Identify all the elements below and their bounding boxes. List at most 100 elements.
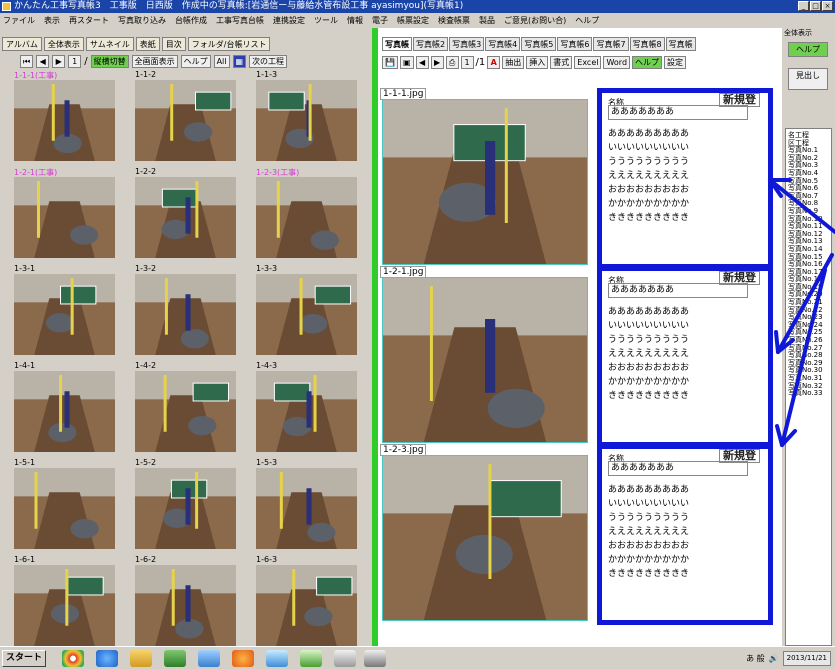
save-icon[interactable]: 💾 <box>382 55 398 69</box>
thumbnail-item[interactable]: 1-5-3 <box>250 458 368 555</box>
menu-item[interactable]: 連携設定 <box>273 14 305 27</box>
thumbnail-image[interactable] <box>135 371 236 452</box>
album-tab[interactable]: 写真帳8 <box>629 37 665 51</box>
thumbnail-image[interactable] <box>256 371 357 452</box>
outline-item[interactable]: 写真No.33 <box>788 390 829 398</box>
thumbnail-image[interactable] <box>256 80 357 161</box>
photo-memo-box[interactable]: 名称 新規登 あああああああ あああああああああ いいいいいいいいい ううううううう… <box>597 88 773 269</box>
app-icon-active[interactable] <box>364 650 386 667</box>
mode-toggle-button[interactable]: 縦横切替 <box>90 54 129 68</box>
photo-app-icon[interactable] <box>164 650 186 667</box>
thumbnail-item[interactable]: 1-3-2 <box>129 264 247 361</box>
network-icon[interactable] <box>300 650 322 667</box>
menu-item[interactable]: 再スタート <box>69 14 109 27</box>
album-tab[interactable]: 写真帳2 <box>413 37 449 51</box>
thumbnail-item[interactable]: 1-2-2 <box>129 167 247 264</box>
viewer-icon[interactable] <box>198 650 220 667</box>
folder-icon[interactable] <box>130 650 152 667</box>
thumbnail-image[interactable] <box>14 177 115 258</box>
album-tool-button[interactable]: Word <box>603 55 631 69</box>
thumbnail-image[interactable] <box>256 565 357 646</box>
menu-item[interactable]: ツール <box>314 14 338 27</box>
clock[interactable]: 2013/11/21 <box>782 651 831 666</box>
thumbnail-item[interactable]: 1-5-1 <box>8 458 126 555</box>
album-tool-button[interactable]: 書式 <box>550 55 573 69</box>
photo-memo-box[interactable]: 名称 新規登 あああああああ あああああああああ いいいいいいいいい ううううううう… <box>597 266 773 447</box>
disk-icon[interactable]: ▣ <box>399 55 414 69</box>
thumbnail-image[interactable] <box>14 80 115 161</box>
thumbnail-image[interactable] <box>14 274 115 355</box>
left-tab[interactable]: アルバム <box>2 37 42 51</box>
thumbnail-item[interactable]: 1-6-1 <box>8 555 126 652</box>
minimize-button[interactable]: _ <box>798 1 809 11</box>
all-button[interactable]: All <box>213 54 230 68</box>
memo-title-field[interactable]: あああああああ <box>608 105 748 120</box>
tool-icon[interactable] <box>334 650 356 667</box>
memo-text-area[interactable]: あああああああああ いいいいいいいいい ううううううううう えええええええええ おおおお… <box>608 305 762 403</box>
menu-item[interactable]: 台帳作成 <box>175 14 207 27</box>
thumbnail-item[interactable]: 1-6-3 <box>250 555 368 652</box>
photo-memo-box[interactable]: 名称 新規登 あああああああ あああああああああ いいいいいいいいい ううううううう… <box>597 444 773 625</box>
grid-icon[interactable]: ▦ <box>232 54 247 68</box>
album-tab[interactable]: 写真帳5 <box>521 37 557 51</box>
album-tab[interactable]: 写真帳6 <box>557 37 593 51</box>
album-tab[interactable]: 写真帳4 <box>485 37 521 51</box>
thumbnail-image[interactable] <box>135 177 236 258</box>
prev-icon[interactable]: ◀ <box>415 55 429 69</box>
album-tool-button[interactable]: 挿入 <box>526 55 549 69</box>
thumbnail-item[interactable]: 1-1-1(工事) <box>8 70 126 167</box>
menu-item[interactable]: 電子 <box>372 14 388 27</box>
memo-text-area[interactable]: あああああああああ いいいいいいいいい ううううううううう えええええええええ おおおお… <box>608 127 762 225</box>
sidebar-list-button[interactable]: 見出し <box>788 68 828 90</box>
firefox-icon[interactable] <box>232 650 254 667</box>
album-tab[interactable]: 写真帳7 <box>593 37 629 51</box>
prev-page-icon[interactable]: ◀ <box>36 54 50 68</box>
chrome-icon[interactable] <box>62 650 84 667</box>
left-tab[interactable]: 目次 <box>161 37 186 51</box>
print-icon[interactable]: ⎙ <box>445 55 459 69</box>
thumbnail-image[interactable] <box>14 371 115 452</box>
menu-item[interactable]: 情報 <box>347 14 363 27</box>
menu-item[interactable]: 検査帳票 <box>438 14 470 27</box>
sidebar-help-button[interactable]: ヘルプ <box>788 42 828 57</box>
thumbnail-item[interactable]: 1-3-1 <box>8 264 126 361</box>
album-tab[interactable]: 写真帳 <box>382 37 412 51</box>
thumbnail-item[interactable]: 1-4-3 <box>250 361 368 458</box>
menu-item[interactable]: 表示 <box>44 14 60 27</box>
album-tool-button[interactable]: Excel <box>574 55 602 69</box>
thumbnail-image[interactable] <box>256 274 357 355</box>
next-page-icon[interactable]: ▶ <box>52 54 66 68</box>
menu-item[interactable]: 帳票設定 <box>397 14 429 27</box>
memo-text-area[interactable]: あああああああああ いいいいいいいいい ううううううううう えええええええええ おおおお… <box>608 483 762 581</box>
view-select[interactable]: 全画面表示 <box>131 54 178 68</box>
album-tool-button[interactable]: 設定 <box>664 55 687 69</box>
thumbnail-item[interactable]: 1-6-2 <box>129 555 247 652</box>
menu-item[interactable]: ご意見(お問い合) <box>504 14 566 27</box>
help-button[interactable]: ヘルプ <box>180 54 211 68</box>
ime-indicator[interactable]: あ 般 <box>746 653 765 664</box>
menu-item[interactable]: 製品 <box>479 14 495 27</box>
sidebar-tab[interactable]: 全体表示 <box>784 28 812 38</box>
album-tab[interactable]: 写真帳3 <box>449 37 485 51</box>
thumbnail-item[interactable]: 1-2-1(工事) <box>8 167 126 264</box>
thumbnail-image[interactable] <box>135 565 236 646</box>
next-icon[interactable]: ▶ <box>430 55 444 69</box>
album-page-input[interactable]: 1 <box>460 55 474 69</box>
photo-image[interactable] <box>382 99 588 265</box>
first-page-icon[interactable]: ⏮ <box>20 54 34 68</box>
thumbnail-item[interactable]: 1-4-2 <box>129 361 247 458</box>
thumbnail-item[interactable]: 1-5-2 <box>129 458 247 555</box>
thumbnail-item[interactable]: 1-4-1 <box>8 361 126 458</box>
thumbnail-item[interactable]: 1-3-3 <box>250 264 368 361</box>
left-tab[interactable]: サムネイル <box>85 37 134 51</box>
memo-title-field[interactable]: あああああああ <box>608 283 748 298</box>
next-process-button[interactable]: 次の工程 <box>249 54 288 68</box>
thumbnail-image[interactable] <box>256 177 357 258</box>
maximize-button[interactable]: □ <box>810 1 821 11</box>
photo-image[interactable] <box>382 455 588 621</box>
thumbnail-image[interactable] <box>135 274 236 355</box>
menu-item[interactable]: ヘルプ <box>575 14 599 27</box>
thumbnail-image[interactable] <box>256 468 357 549</box>
menu-item[interactable]: ファイル <box>3 14 35 27</box>
thumbnail-item[interactable]: 1-2-3(工事) <box>250 167 368 264</box>
